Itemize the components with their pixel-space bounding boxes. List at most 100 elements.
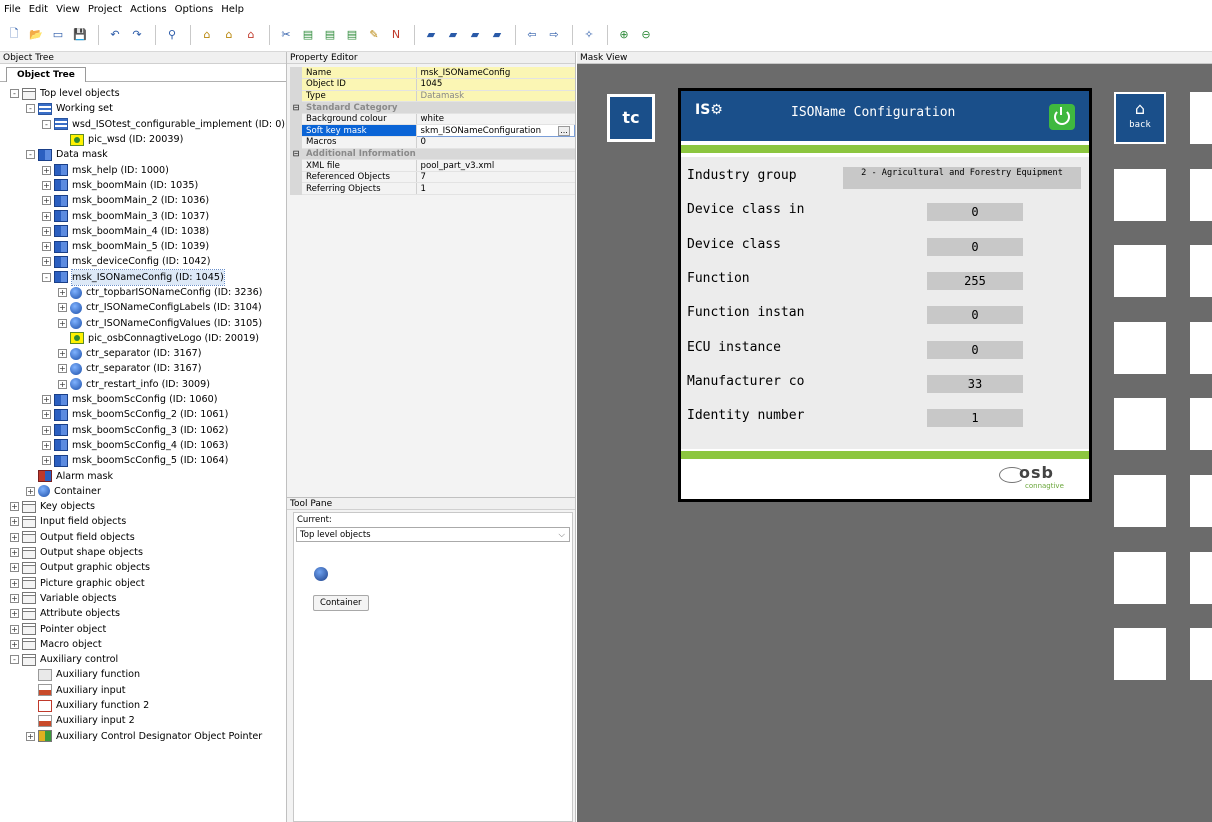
property-value[interactable]: pool_part_v3.xml bbox=[416, 159, 575, 172]
folder-open-icon[interactable]: ⌂ bbox=[219, 25, 239, 45]
tree-node[interactable]: + Pointer object bbox=[0, 621, 287, 636]
layer-backward-icon[interactable]: ▰ bbox=[465, 25, 485, 45]
collapse-icon[interactable]: - bbox=[42, 272, 51, 282]
expand-icon[interactable]: + bbox=[10, 502, 19, 512]
layer-forward-icon[interactable]: ▰ bbox=[443, 25, 463, 45]
tree-node[interactable]: + Output shape objects bbox=[0, 545, 287, 560]
expand-icon[interactable]: + bbox=[42, 165, 51, 175]
expand-icon[interactable]: + bbox=[58, 364, 67, 374]
expand-icon[interactable]: + bbox=[42, 410, 51, 420]
tree-node[interactable]: + ctr_topbarISONameConfig (ID: 3236) bbox=[0, 285, 287, 300]
isoname-value[interactable]: 0 bbox=[927, 340, 1023, 359]
tree-node[interactable]: + Output graphic objects bbox=[0, 560, 287, 575]
expand-icon[interactable]: + bbox=[10, 639, 19, 649]
tree-node[interactable]: Auxiliary function bbox=[0, 667, 287, 682]
property-value[interactable]: 0 bbox=[416, 136, 575, 149]
property-value[interactable]: skm_ISONameConfiguration... bbox=[415, 124, 575, 138]
search-icon[interactable]: ⚲ bbox=[162, 25, 182, 45]
expand-icon[interactable]: + bbox=[10, 593, 19, 603]
expand-icon[interactable]: + bbox=[10, 548, 19, 558]
property-value[interactable]: 7 bbox=[416, 171, 575, 184]
tree-node[interactable]: Auxiliary input 2 bbox=[0, 713, 287, 728]
tree-node[interactable]: + Picture graphic object bbox=[0, 576, 287, 591]
property-row[interactable]: Background colour white bbox=[290, 113, 575, 126]
tree-node[interactable]: + ctr_ISONameConfigValues (ID: 3105) bbox=[0, 315, 287, 330]
isoname-value[interactable]: 33 bbox=[927, 374, 1023, 393]
isoname-value[interactable]: 255 bbox=[927, 271, 1023, 290]
softkey-slot[interactable] bbox=[1114, 628, 1166, 681]
softkey-slot[interactable] bbox=[1114, 475, 1166, 527]
collapse-icon[interactable]: - bbox=[26, 150, 35, 160]
property-row[interactable]: Macros 0 bbox=[290, 136, 575, 149]
menu-file[interactable]: File bbox=[4, 4, 21, 15]
menu-project[interactable]: Project bbox=[88, 4, 122, 15]
tree-node[interactable]: + Input field objects bbox=[0, 514, 287, 529]
expand-icon[interactable]: + bbox=[26, 731, 35, 741]
expand-icon[interactable]: + bbox=[42, 440, 51, 450]
close-icon[interactable]: ▭ bbox=[48, 25, 68, 45]
property-row[interactable]: Object ID 1045 bbox=[290, 78, 575, 91]
isoname-value[interactable]: 0 bbox=[927, 203, 1023, 222]
tree-node[interactable]: + Key objects bbox=[0, 499, 287, 514]
tree-node[interactable]: + msk_boomScConfig_3 (ID: 1062) bbox=[0, 423, 287, 438]
expand-icon[interactable]: + bbox=[42, 211, 51, 221]
softkey-slot[interactable] bbox=[1190, 245, 1212, 298]
expand-icon[interactable]: + bbox=[26, 486, 35, 496]
menu-view[interactable]: View bbox=[56, 4, 80, 15]
zoom-in-icon[interactable]: ⊕ bbox=[614, 25, 634, 45]
redo-icon[interactable]: ↷ bbox=[127, 25, 147, 45]
arrow-right-icon[interactable]: ⇨ bbox=[544, 25, 564, 45]
softkey-slot[interactable] bbox=[1190, 398, 1212, 451]
tree-node[interactable]: + ctr_separator (ID: 3167) bbox=[0, 361, 287, 376]
align-center-icon[interactable]: ▤ bbox=[320, 25, 340, 45]
collapse-icon[interactable]: - bbox=[42, 119, 51, 129]
property-row[interactable]: Referenced Objects 7 bbox=[290, 171, 575, 184]
expand-icon[interactable]: + bbox=[10, 532, 19, 542]
isoname-value[interactable]: 0 bbox=[927, 237, 1023, 256]
undo-icon[interactable]: ↶ bbox=[105, 25, 125, 45]
tree-node[interactable]: - Working set bbox=[0, 101, 287, 116]
expand-icon[interactable]: + bbox=[10, 609, 19, 619]
tree-node[interactable]: + Macro object bbox=[0, 637, 287, 652]
pencil-icon[interactable]: ✎ bbox=[364, 25, 384, 45]
collapse-icon[interactable]: - bbox=[10, 655, 19, 665]
container-icon[interactable] bbox=[314, 567, 328, 581]
folder-icon[interactable]: ⌂ bbox=[197, 25, 217, 45]
save-icon[interactable]: 💾 bbox=[70, 25, 90, 45]
menu-edit[interactable]: Edit bbox=[29, 4, 48, 15]
property-row[interactable]: Type Datamask bbox=[290, 90, 575, 103]
browse-button[interactable]: ... bbox=[558, 125, 570, 136]
power-icon[interactable] bbox=[1049, 104, 1075, 130]
property-row[interactable]: XML file pool_part_v3.xml bbox=[290, 159, 575, 172]
zoom-out-icon[interactable]: ⊖ bbox=[636, 25, 656, 45]
expand-icon[interactable]: + bbox=[58, 379, 67, 389]
tree-node[interactable]: + msk_boomScConfig (ID: 1060) bbox=[0, 392, 287, 407]
tree-node[interactable]: + msk_boomMain_3 (ID: 1037) bbox=[0, 208, 287, 223]
property-row[interactable]: Referring Objects 1 bbox=[290, 182, 575, 196]
expand-icon[interactable]: + bbox=[10, 578, 19, 588]
menu-actions[interactable]: Actions bbox=[130, 4, 167, 15]
container-button[interactable]: Container bbox=[313, 595, 369, 611]
softkey-slot[interactable] bbox=[1114, 551, 1166, 604]
wand-icon[interactable]: ✧ bbox=[579, 25, 599, 45]
expand-icon[interactable]: + bbox=[58, 288, 67, 297]
tree-node[interactable]: + msk_help (ID: 1000) bbox=[0, 162, 287, 177]
collapse-icon[interactable]: ⊟ bbox=[290, 148, 302, 161]
tree-node[interactable]: pic_wsd (ID: 20039) bbox=[0, 132, 287, 147]
tree-node[interactable]: - Auxiliary control bbox=[0, 652, 287, 667]
align-left-icon[interactable]: ▤ bbox=[298, 25, 318, 45]
expand-icon[interactable]: + bbox=[10, 517, 19, 527]
align-right-icon[interactable]: ▤ bbox=[342, 25, 362, 45]
expand-icon[interactable]: + bbox=[10, 624, 19, 634]
cut-icon[interactable]: ✂ bbox=[276, 25, 296, 45]
tc-button[interactable]: tc bbox=[607, 94, 655, 142]
softkey-slot[interactable] bbox=[1190, 321, 1212, 374]
collapse-icon[interactable]: - bbox=[10, 89, 19, 99]
softkey-slot[interactable] bbox=[1114, 321, 1166, 374]
new-file-icon[interactable]: 🗋 bbox=[4, 25, 24, 45]
expand-icon[interactable]: + bbox=[42, 226, 51, 236]
tree-node[interactable]: + msk_boomScConfig_4 (ID: 1063) bbox=[0, 438, 287, 453]
layer-front-icon[interactable]: ▰ bbox=[421, 25, 441, 45]
property-row[interactable]: Name msk_ISONameConfig bbox=[290, 67, 575, 80]
expand-icon[interactable]: + bbox=[58, 318, 67, 328]
